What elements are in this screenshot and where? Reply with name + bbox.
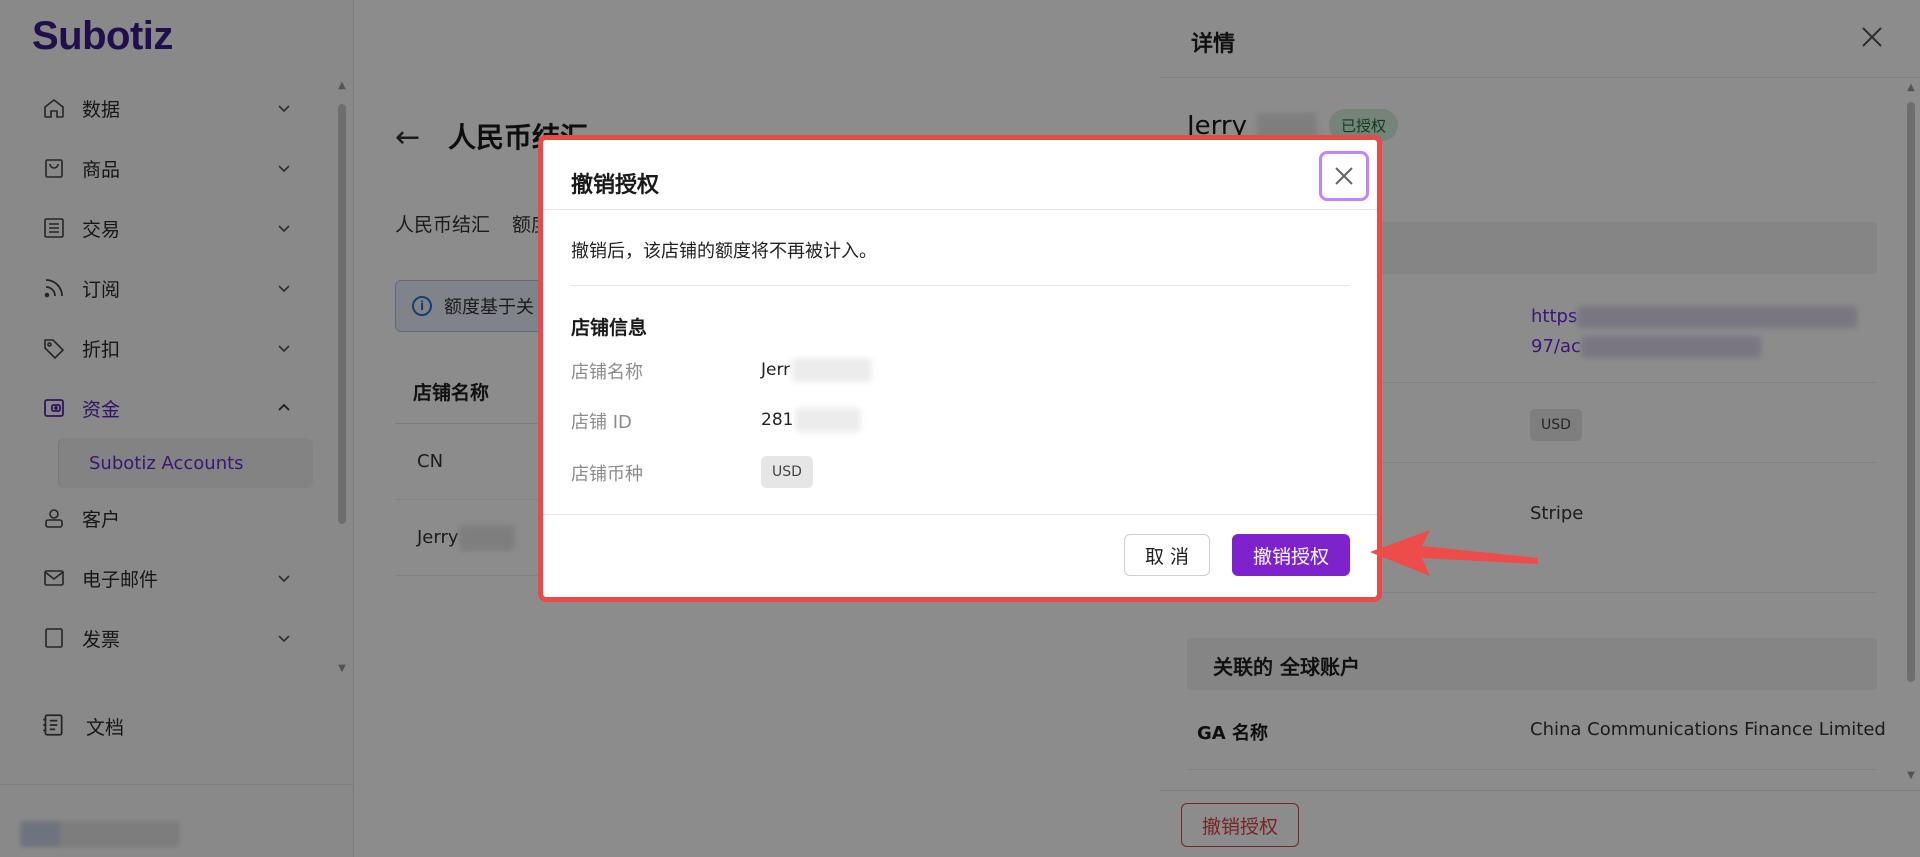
highlight-frame	[538, 135, 1382, 602]
annotation-arrow-icon	[1370, 530, 1538, 576]
